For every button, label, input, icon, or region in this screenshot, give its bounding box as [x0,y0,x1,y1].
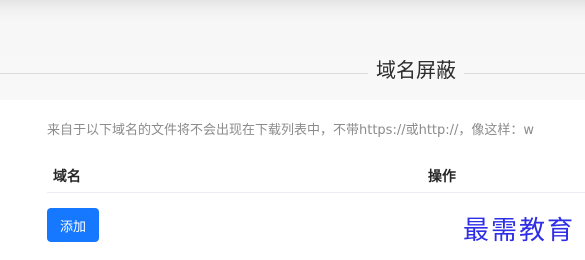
page: 域名屏蔽 来自于以下域名的文件将不会出现在下载列表中，不带https://或ht… [0,0,585,260]
section-title: 域名屏蔽 [368,57,464,83]
watermark: 最需教育 [463,216,576,246]
title-divider [0,73,585,74]
add-button[interactable]: 添加 [47,208,99,242]
section-description: 来自于以下域名的文件将不会出现在下载列表中，不带https://或http://… [47,123,535,138]
column-header-action: 操作 [428,169,456,185]
column-header-domain: 域名 [53,169,81,185]
table-header: 域名 操作 [47,158,585,193]
header-band [0,0,585,100]
